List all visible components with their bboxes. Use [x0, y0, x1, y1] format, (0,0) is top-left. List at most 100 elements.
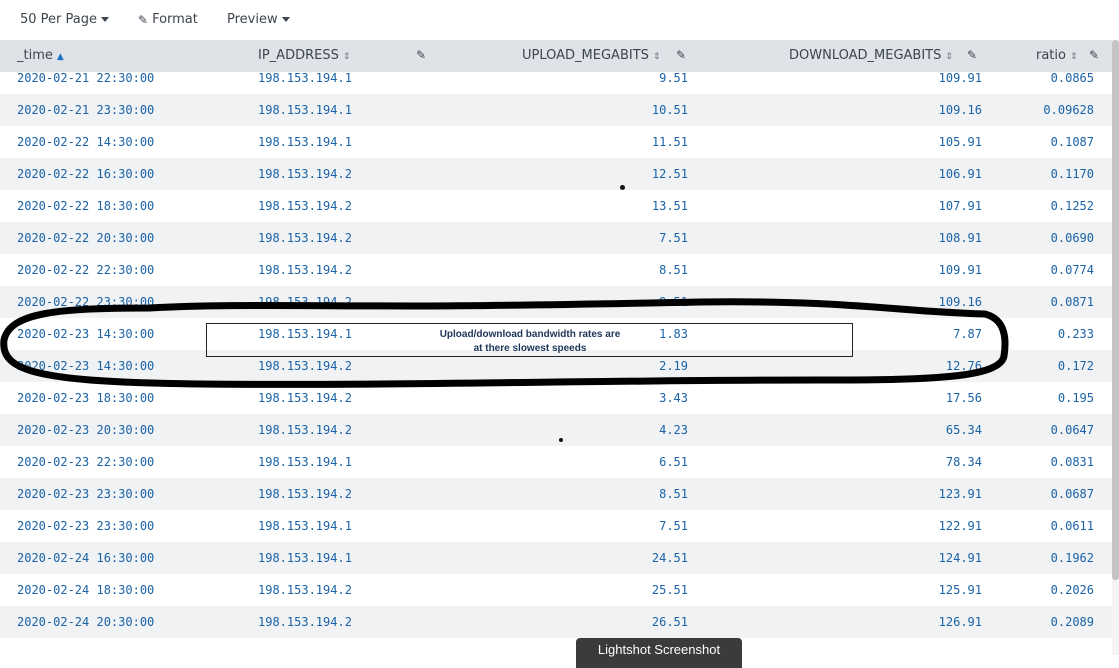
- cell-ratio[interactable]: 0.0865: [1051, 71, 1094, 85]
- cell-time[interactable]: 2020-02-23 22:30:00: [17, 455, 154, 469]
- pencil-icon[interactable]: ✎: [967, 48, 977, 62]
- cell-time[interactable]: 2020-02-23 14:30:00: [17, 327, 154, 341]
- preview-dropdown[interactable]: Preview: [227, 12, 290, 27]
- column-header-ip-address[interactable]: IP_ADDRESS ⇕: [258, 48, 350, 63]
- table-row[interactable]: 2020-02-23 18:30:00 198.153.194.2 3.43 17.5…: [0, 382, 1112, 414]
- cell-ratio[interactable]: 0.2026: [1051, 583, 1094, 597]
- table-row[interactable]: 2020-02-23 23:30:00 198.153.194.2 8.51 123.…: [0, 478, 1112, 510]
- table-row[interactable]: 2020-02-22 18:30:00 198.153.194.2 13.51 107…: [0, 190, 1112, 222]
- cell-time[interactable]: 2020-02-21 22:30:00: [17, 71, 154, 85]
- table-row[interactable]: 2020-02-23 22:30:00 198.153.194.1 6.51 78.3…: [0, 446, 1112, 478]
- column-header-upload-megabits[interactable]: UPLOAD_MEGABITS ⇕: [522, 48, 660, 63]
- pencil-icon[interactable]: ✎: [1089, 48, 1099, 62]
- cell-ratio[interactable]: 0.233: [1058, 327, 1094, 341]
- cell-download-megabits[interactable]: 105.91: [939, 135, 982, 149]
- cell-ratio[interactable]: 0.1962: [1051, 551, 1094, 565]
- cell-ratio[interactable]: 0.0774: [1051, 263, 1094, 277]
- table-row[interactable]: 2020-02-22 16:30:00 198.153.194.2 12.51 106…: [0, 158, 1112, 190]
- table-row[interactable]: 2020-02-22 20:30:00 198.153.194.2 7.51 108.…: [0, 222, 1112, 254]
- cell-ratio[interactable]: 0.1252: [1051, 199, 1094, 213]
- cell-download-megabits[interactable]: 109.91: [939, 71, 982, 85]
- cell-ratio[interactable]: 0.0690: [1051, 231, 1094, 245]
- cell-ip-address[interactable]: 198.153.194.2: [258, 615, 352, 629]
- cell-ratio[interactable]: 0.1087: [1051, 135, 1094, 149]
- cell-download-megabits[interactable]: 17.56: [946, 391, 982, 405]
- cell-ip-address[interactable]: 198.153.194.1: [258, 551, 352, 565]
- cell-time[interactable]: 2020-02-21 23:30:00: [17, 103, 154, 117]
- cell-upload-megabits[interactable]: 12.51: [652, 167, 688, 181]
- cell-time[interactable]: 2020-02-24 16:30:00: [17, 551, 154, 565]
- cell-time[interactable]: 2020-02-22 16:30:00: [17, 167, 154, 181]
- lightshot-screenshot-tab[interactable]: Lightshot Screenshot: [576, 638, 742, 668]
- cell-upload-megabits[interactable]: 3.43: [659, 391, 688, 405]
- cell-time[interactable]: 2020-02-24 18:30:00: [17, 583, 154, 597]
- cell-upload-megabits[interactable]: 8.51: [659, 263, 688, 277]
- cell-ratio[interactable]: 0.0831: [1051, 455, 1094, 469]
- cell-ratio[interactable]: 0.195: [1058, 391, 1094, 405]
- per-page-dropdown[interactable]: 50 Per Page: [20, 12, 109, 27]
- table-row[interactable]: 2020-02-22 22:30:00 198.153.194.2 8.51 109.…: [0, 254, 1112, 286]
- cell-upload-megabits[interactable]: 25.51: [652, 583, 688, 597]
- table-row[interactable]: 2020-02-23 20:30:00 198.153.194.2 4.23 65.3…: [0, 414, 1112, 446]
- cell-time[interactable]: 2020-02-23 23:30:00: [17, 519, 154, 533]
- cell-ip-address[interactable]: 198.153.194.2: [258, 231, 352, 245]
- table-row[interactable]: 2020-02-21 23:30:00 198.153.194.1 10.51 109…: [0, 94, 1112, 126]
- cell-ratio[interactable]: 0.2089: [1051, 615, 1094, 629]
- table-row[interactable]: 2020-02-23 23:30:00 198.153.194.1 7.51 122.…: [0, 510, 1112, 542]
- pencil-icon[interactable]: ✎: [416, 48, 426, 62]
- cell-download-megabits[interactable]: 124.91: [939, 551, 982, 565]
- cell-ip-address[interactable]: 198.153.194.1: [258, 71, 352, 85]
- cell-download-megabits[interactable]: 126.91: [939, 615, 982, 629]
- cell-upload-megabits[interactable]: 26.51: [652, 615, 688, 629]
- cell-ip-address[interactable]: 198.153.194.1: [258, 135, 352, 149]
- cell-upload-megabits[interactable]: 6.51: [659, 455, 688, 469]
- cell-ip-address[interactable]: 198.153.194.2: [258, 487, 352, 501]
- cell-download-megabits[interactable]: 78.34: [946, 455, 982, 469]
- table-row[interactable]: 2020-02-24 20:30:00 198.153.194.2 26.51 126…: [0, 606, 1112, 638]
- cell-download-megabits[interactable]: 109.16: [939, 103, 982, 117]
- column-header-time[interactable]: _time ▲: [17, 48, 64, 63]
- table-row[interactable]: 2020-02-22 23:30:00 198.153.194.2 9.51 109.…: [0, 286, 1112, 318]
- format-button[interactable]: ✎ Format: [138, 12, 198, 27]
- table-row[interactable]: 2020-02-24 18:30:00 198.153.194.2 25.51 125…: [0, 574, 1112, 606]
- cell-ip-address[interactable]: 198.153.194.2: [258, 295, 352, 309]
- cell-ratio[interactable]: 0.1170: [1051, 167, 1094, 181]
- cell-upload-megabits[interactable]: 11.51: [652, 135, 688, 149]
- cell-ip-address[interactable]: 198.153.194.2: [258, 391, 352, 405]
- cell-upload-megabits[interactable]: 7.51: [659, 231, 688, 245]
- cell-upload-megabits[interactable]: 8.51: [659, 487, 688, 501]
- cell-upload-megabits[interactable]: 7.51: [659, 519, 688, 533]
- cell-ip-address[interactable]: 198.153.194.1: [258, 455, 352, 469]
- cell-ip-address[interactable]: 198.153.194.2: [258, 167, 352, 181]
- cell-ip-address[interactable]: 198.153.194.2: [258, 423, 352, 437]
- cell-download-megabits[interactable]: 123.91: [939, 487, 982, 501]
- cell-time[interactable]: 2020-02-24 20:30:00: [17, 615, 154, 629]
- cell-time[interactable]: 2020-02-23 18:30:00: [17, 391, 154, 405]
- cell-ratio[interactable]: 0.0647: [1051, 423, 1094, 437]
- cell-download-megabits[interactable]: 65.34: [946, 423, 982, 437]
- cell-ip-address[interactable]: 198.153.194.2: [258, 359, 352, 373]
- cell-time[interactable]: 2020-02-23 23:30:00: [17, 487, 154, 501]
- table-row[interactable]: 2020-02-24 16:30:00 198.153.194.1 24.51 124…: [0, 542, 1112, 574]
- cell-ip-address[interactable]: 198.153.194.2: [258, 263, 352, 277]
- cell-ip-address[interactable]: 198.153.194.2: [258, 199, 352, 213]
- vertical-scrollbar-thumb[interactable]: [1112, 40, 1119, 580]
- cell-ratio[interactable]: 0.0611: [1051, 519, 1094, 533]
- cell-upload-megabits[interactable]: 4.23: [659, 423, 688, 437]
- cell-ratio[interactable]: 0.0871: [1051, 295, 1094, 309]
- cell-download-megabits[interactable]: 122.91: [939, 519, 982, 533]
- cell-ip-address[interactable]: 198.153.194.2: [258, 583, 352, 597]
- pencil-icon[interactable]: ✎: [676, 48, 686, 62]
- cell-ratio[interactable]: 0.0687: [1051, 487, 1094, 501]
- table-row[interactable]: 2020-02-22 14:30:00 198.153.194.1 11.51 105…: [0, 126, 1112, 158]
- cell-upload-megabits[interactable]: 24.51: [652, 551, 688, 565]
- cell-download-megabits[interactable]: 125.91: [939, 583, 982, 597]
- cell-ratio[interactable]: 0.172: [1058, 359, 1094, 373]
- cell-download-megabits[interactable]: 7.87: [953, 327, 982, 341]
- cell-download-megabits[interactable]: 107.91: [939, 199, 982, 213]
- cell-upload-megabits[interactable]: 2.19: [659, 359, 688, 373]
- cell-upload-megabits[interactable]: 13.51: [652, 199, 688, 213]
- cell-time[interactable]: 2020-02-22 23:30:00: [17, 295, 154, 309]
- cell-download-megabits[interactable]: 109.91: [939, 263, 982, 277]
- cell-upload-megabits[interactable]: 10.51: [652, 103, 688, 117]
